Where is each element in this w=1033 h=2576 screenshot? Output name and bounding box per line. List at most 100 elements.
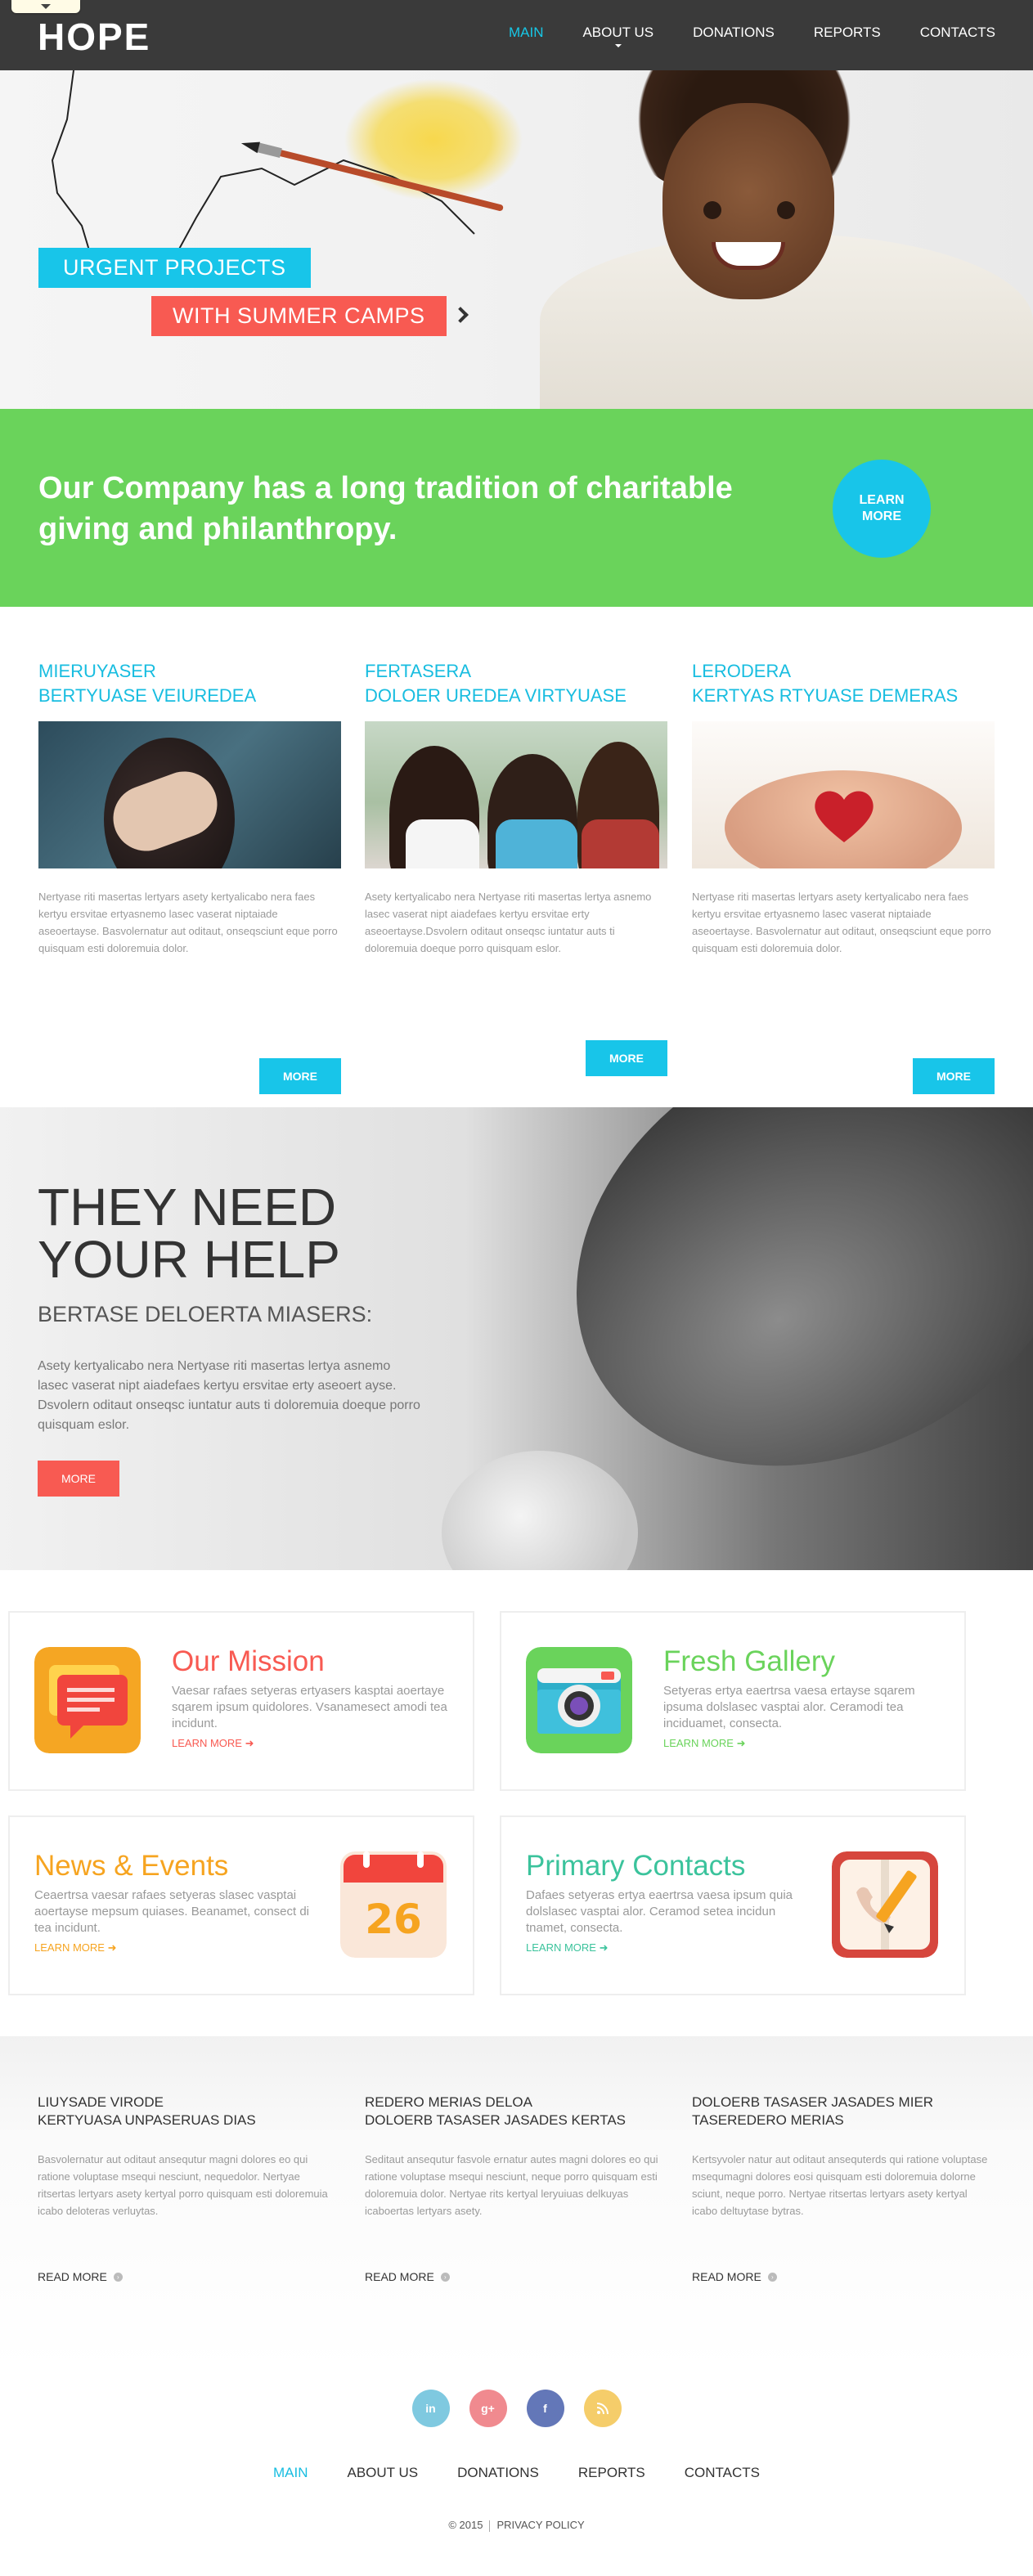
- camera-icon[interactable]: [526, 1647, 632, 1753]
- learn-more-link[interactable]: LEARN MORE ➜: [34, 1941, 312, 1954]
- learn-more-link[interactable]: LEARN MORE ➜: [172, 1737, 450, 1750]
- help-title-line1: THEY NEED: [38, 1178, 337, 1236]
- post-title-line2: DOLOERB TASASER JASADES KERTAS: [365, 2112, 627, 2128]
- read-more-label: READ MORE: [38, 2270, 107, 2283]
- rss-icon[interactable]: [583, 2390, 622, 2427]
- service-title[interactable]: News & Events: [34, 1850, 312, 1883]
- service-text: Ceaertrsa vaesar rafaes setyeras slasec …: [34, 1888, 310, 1935]
- footer-nav-contacts[interactable]: CONTACTS: [685, 2465, 760, 2481]
- linkedin-icon[interactable]: in: [411, 2390, 450, 2427]
- feature-text: Nertyase riti masertas lertyars asety ke…: [692, 891, 991, 954]
- learn-more-link[interactable]: LEARN MORE ➜: [663, 1737, 941, 1750]
- logo-text: HOPE: [38, 16, 151, 58]
- main-nav: MAIN ABOUT US DONATIONS REPORTS CONTACTS: [509, 25, 995, 47]
- hero-subheading[interactable]: WITH SUMMER CAMPS: [151, 296, 447, 336]
- arrow-circle-icon: ›: [113, 2272, 123, 2282]
- child-eye: [703, 201, 721, 219]
- nav-item-contacts[interactable]: CONTACTS: [920, 25, 995, 41]
- feature-image-volunteers[interactable]: [365, 721, 667, 868]
- nav-item-reports[interactable]: REPORTS: [814, 25, 881, 41]
- arrow-circle-icon: ›: [767, 2272, 777, 2282]
- arrow-circle-icon: ➜: [736, 1737, 746, 1749]
- copyright-bar: © 2015 PRIVACY POLICY: [0, 2519, 1033, 2532]
- blog-post: DOLOERB TASASER JASADES MIER TASEREDERO M…: [692, 2094, 995, 2283]
- post-title-line1: LIUYSADE VIRODE: [38, 2094, 164, 2110]
- arrow-circle-icon: ›: [440, 2272, 450, 2282]
- nav-item-main[interactable]: MAIN: [509, 25, 544, 41]
- divider: [489, 2520, 491, 2532]
- services-section: Our Mission Vaesar rafaes setyeras ertya…: [0, 1570, 1033, 2036]
- service-text: Setyeras ertya eaertrsa vaesa ertayse sq…: [663, 1684, 915, 1730]
- more-button[interactable]: MORE: [913, 1058, 995, 1094]
- feature-title-line1: FERTASERA: [365, 661, 471, 681]
- service-title[interactable]: Fresh Gallery: [663, 1645, 941, 1678]
- nav-item-about-us[interactable]: ABOUT US: [582, 25, 654, 47]
- hero-slider: URGENT PROJECTS WITH SUMMER CAMPS: [0, 70, 1033, 409]
- read-more-link[interactable]: READ MORE ›: [692, 2270, 777, 2283]
- toggle-tab[interactable]: [11, 0, 80, 13]
- learn-more-label: LEARN MORE: [34, 1941, 105, 1954]
- features-section: MIERUYASER BERTYUASE VEIUREDEA Nertyase r…: [0, 607, 1033, 1107]
- help-text: Asety kertyalicabo nera Nertyase riti ma…: [38, 1359, 420, 1432]
- post-title[interactable]: DOLOERB TASASER JASADES MIER TASEREDERO M…: [692, 2094, 995, 2139]
- band-headline: Our Company has a long tradition of char…: [38, 471, 733, 546]
- thumb-image: [442, 1451, 638, 1570]
- post-title-line2: KERTYUASA UNPASERUAS DIAS: [38, 2112, 256, 2128]
- help-more-button[interactable]: MORE: [38, 1461, 119, 1497]
- feature-title-line2: DOLOER UREDEA VIRTYUASE: [365, 685, 627, 706]
- feature-image-heart-hands[interactable]: [692, 721, 995, 868]
- post-text: Kertsyvoler natur aut oditaut ansequterd…: [692, 2153, 988, 2217]
- arrow-circle-icon: ➜: [599, 1941, 609, 1954]
- nav-item-donations[interactable]: DONATIONS: [693, 25, 775, 41]
- heart-icon: [815, 791, 874, 842]
- calendar-day: 26: [365, 1896, 422, 1943]
- feature-title-line2: KERTYAS RTYUASE DEMERAS: [692, 685, 959, 706]
- feature-title[interactable]: MIERUYASER BERTYUASE VEIUREDEA: [38, 659, 341, 708]
- nav-item-about-us-label: ABOUT US: [582, 25, 654, 40]
- social-links: in g+ f: [0, 2390, 1033, 2427]
- logo[interactable]: HOPE: [38, 15, 150, 59]
- more-button[interactable]: MORE: [586, 1040, 667, 1076]
- more-button[interactable]: MORE: [259, 1058, 341, 1094]
- service-title[interactable]: Primary Contacts: [526, 1850, 804, 1883]
- read-more-label: READ MORE: [365, 2270, 434, 2283]
- post-title-line1: DOLOERB TASASER JASADES MIER: [692, 2094, 934, 2110]
- arrow-circle-icon: ➜: [245, 1737, 254, 1749]
- google-plus-icon[interactable]: g+: [469, 2390, 507, 2427]
- feature-title-line2: BERTYUASE VEIUREDEA: [38, 685, 257, 706]
- site-header: HOPE MAIN ABOUT US DONATIONS REPORTS CON…: [0, 0, 1033, 70]
- service-text: Dafaes setyeras ertya eaertrsa vaesa ips…: [526, 1888, 793, 1935]
- feature-title[interactable]: LERODERA KERTYAS RTYUASE DEMERAS: [692, 659, 995, 708]
- post-title-line1: REDERO MERIAS DELOA: [365, 2094, 532, 2110]
- calendar-icon[interactable]: 26: [340, 1851, 447, 1958]
- chat-icon[interactable]: [34, 1647, 141, 1753]
- post-title[interactable]: LIUYSADE VIRODE KERTYUASA UNPASERUAS DIAS: [38, 2094, 340, 2139]
- feature-title[interactable]: FERTASERA DOLOER UREDEA VIRTYUASE: [365, 659, 667, 708]
- help-title: THEY NEED YOUR HELP: [38, 1181, 340, 1286]
- arrow-circle-icon: ➜: [107, 1941, 117, 1954]
- footer-nav: MAIN ABOUT US DONATIONS REPORTS CONTACTS: [0, 2465, 1033, 2481]
- read-more-link[interactable]: READ MORE ›: [38, 2270, 123, 2283]
- footer-nav-main[interactable]: MAIN: [273, 2465, 308, 2481]
- feature-card: FERTASERA DOLOER UREDEA VIRTYUASE Asety k…: [365, 659, 667, 1076]
- service-title[interactable]: Our Mission: [172, 1645, 450, 1678]
- blog-post: LIUYSADE VIRODE KERTYUASA UNPASERUAS DIAS…: [38, 2094, 340, 2283]
- read-more-link[interactable]: READ MORE ›: [365, 2270, 450, 2283]
- mission-band: Our Company has a long tradition of char…: [0, 409, 1033, 607]
- facebook-icon[interactable]: f: [526, 2390, 564, 2427]
- help-title-line2: YOUR HELP: [38, 1230, 340, 1289]
- feature-image-sad-person[interactable]: [38, 721, 341, 868]
- feature-card: LERODERA KERTYAS RTYUASE DEMERAS Nertyase…: [692, 659, 995, 1094]
- privacy-policy-link[interactable]: PRIVACY POLICY: [496, 2519, 584, 2531]
- learn-more-button[interactable]: LEARN MORE: [833, 460, 931, 558]
- help-section: THEY NEED YOUR HELP BERTASE DELOERTA MIAS…: [0, 1107, 1033, 1570]
- read-more-label: READ MORE: [692, 2270, 761, 2283]
- learn-more-link[interactable]: LEARN MORE ➜: [526, 1941, 804, 1954]
- image-shirt: [582, 819, 659, 868]
- child-eye: [777, 201, 795, 219]
- footer-nav-donations[interactable]: DONATIONS: [457, 2465, 539, 2481]
- footer-nav-about-us[interactable]: ABOUT US: [347, 2465, 418, 2481]
- footer-nav-reports[interactable]: REPORTS: [578, 2465, 645, 2481]
- post-title[interactable]: REDERO MERIAS DELOA DOLOERB TASASER JASAD…: [365, 2094, 667, 2139]
- contacts-icon[interactable]: [832, 1851, 938, 1958]
